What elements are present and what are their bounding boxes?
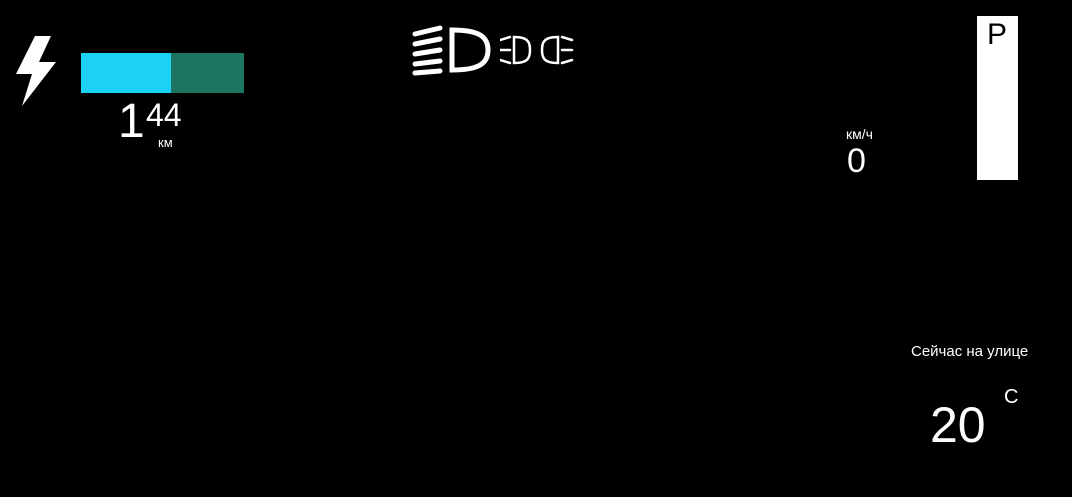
speed-value: 0 [847,142,866,180]
range-fraction: 44 [146,97,182,133]
outside-label: Сейчас на улице [911,343,1029,360]
outside-temperature-value: 20 [930,397,986,453]
battery-gauge [81,53,244,93]
gear-current: P [987,18,1008,51]
parking-lights-icon [500,35,574,65]
battery-fill [81,53,171,93]
speed-unit: км/ч [846,126,873,142]
low-beam-headlight-icon [412,25,491,76]
outside-temperature: Сейчас на улице 20 C [900,340,1072,460]
range-readout: 1 44 км [118,96,238,158]
gear-indicator: P [977,16,1018,180]
range-unit: км [158,135,173,150]
outside-temperature-unit: C [1004,386,1019,408]
lightning-bolt-icon [11,36,59,108]
range-integer: 1 [118,95,145,148]
speed-readout: км/ч 0 [846,126,906,182]
light-indicators [412,24,580,76]
